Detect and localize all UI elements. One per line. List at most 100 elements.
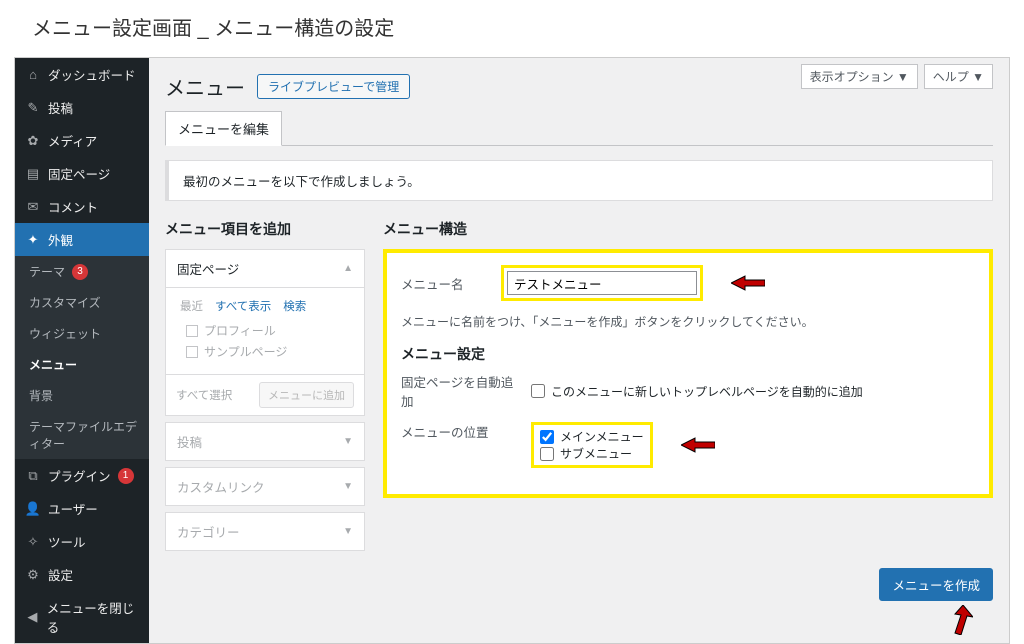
- subtab-all[interactable]: すべて表示: [215, 298, 271, 314]
- location-main-checkbox[interactable]: [540, 430, 554, 444]
- menu-structure-panel: メニュー名 メニューに名前をつけ、「メニューを作成」ボタンをクリックしてください…: [383, 249, 993, 498]
- live-preview-button[interactable]: ライブプレビューで管理: [257, 74, 410, 99]
- add-to-menu-button[interactable]: メニューに追加: [259, 382, 354, 408]
- sidebar-label-users: ユーザー: [48, 499, 98, 518]
- location-sub-text: サブメニュー: [560, 445, 632, 462]
- accordion-pages: 固定ページ▲ 最近 すべて表示 検索 プロフィール サンプルページ すべて選択 …: [165, 249, 365, 416]
- update-badge: 1: [118, 468, 134, 484]
- sidebar-sub-label: テーマファイルエディター: [29, 418, 139, 452]
- page-item-label: サンプルページ: [204, 343, 287, 360]
- accordion-custom-links: カスタムリンク▼: [165, 467, 365, 506]
- sidebar-sub-label: メニュー: [29, 356, 77, 373]
- sidebar-item-settings[interactable]: ⚙ 設定: [15, 558, 149, 591]
- dashboard-icon: ⌂: [25, 67, 41, 83]
- sidebar-label-plugins: プラグイン: [48, 466, 111, 485]
- acc-title: 投稿: [177, 432, 202, 451]
- sidebar-label-tools: ツール: [48, 532, 86, 551]
- sidebar-sub-label: カスタマイズ: [29, 294, 101, 311]
- accordion-head-pages[interactable]: 固定ページ ▲: [166, 250, 364, 287]
- sidebar-item-media[interactable]: ✿ メディア: [15, 124, 149, 157]
- chevron-down-icon: ▼: [343, 436, 353, 447]
- wp-admin-frame: ⌂ダッシュボード ✎投稿 ✿ メディア ▤ 固定ページ ✉ コメント ✦外観 テーマ …: [14, 57, 1010, 644]
- media-icon: ✿: [25, 133, 41, 149]
- sidebar-label-comments: コメント: [48, 197, 98, 216]
- menu-help-text: メニューに名前をつけ、「メニューを作成」ボタンをクリックしてください。: [401, 313, 975, 330]
- sidebar-sub-label: 背景: [29, 387, 53, 404]
- tab-edit-menu[interactable]: メニューを編集: [165, 111, 282, 146]
- location-main-option[interactable]: メインメニュー: [540, 428, 644, 445]
- auto-add-label: 固定ページを自動追加: [401, 372, 521, 410]
- location-main-text: メインメニュー: [560, 428, 644, 445]
- annotation-arrow-icon: [731, 274, 765, 292]
- sidebar-label-media: メディア: [48, 131, 97, 150]
- menu-location-label: メニューの位置: [401, 422, 521, 441]
- menu-name-highlight: [501, 265, 703, 301]
- sidebar-item-collapse[interactable]: ◀メニューを閉じる: [15, 591, 149, 643]
- menu-name-input[interactable]: [507, 271, 697, 295]
- sidebar-item-users[interactable]: 👤 ユーザー: [15, 492, 149, 525]
- subtab-search[interactable]: 検索: [283, 298, 306, 314]
- acc-title: カスタムリンク: [177, 477, 265, 496]
- settings-icon: ⚙: [25, 567, 41, 583]
- help-button[interactable]: ヘルプ ▼: [924, 64, 993, 89]
- sidebar-item-dashboard[interactable]: ⌂ダッシュボード: [15, 58, 149, 91]
- main-content: 表示オプション ▼ ヘルプ ▼ メニュー ライブプレビューで管理 メニューを編集…: [149, 58, 1009, 643]
- screen-options-button[interactable]: 表示オプション ▼: [801, 64, 918, 89]
- chevron-down-icon: ▼: [343, 526, 353, 537]
- sidebar-label-pages: 固定ページ: [48, 164, 110, 183]
- accordion-head-categories[interactable]: カテゴリー ▼: [166, 513, 364, 550]
- checkbox[interactable]: [186, 346, 198, 358]
- sidebar-item-comments[interactable]: ✉ コメント: [15, 190, 149, 223]
- sidebar-sub-themes[interactable]: テーマ 3: [15, 256, 149, 287]
- select-all-link[interactable]: すべて選択: [176, 387, 232, 403]
- location-sub-option[interactable]: サブメニュー: [540, 445, 644, 462]
- menu-location-highlight: メインメニュー サブメニュー: [531, 422, 653, 468]
- sidebar-sub-menus[interactable]: メニュー: [15, 349, 149, 380]
- document-title: メニュー設定画面 _ メニュー構造の設定: [0, 0, 1024, 57]
- tools-icon: ✧: [25, 534, 41, 550]
- auto-add-option[interactable]: このメニューに新しいトップレベルページを自動的に追加: [531, 383, 863, 400]
- sidebar-sub-label: テーマ: [29, 263, 65, 280]
- annotation-arrow-icon: [947, 605, 973, 635]
- sidebar-label-settings: 設定: [48, 565, 73, 584]
- sidebar-sub-theme-editor[interactable]: テーマファイルエディター: [15, 411, 149, 459]
- admin-sidebar: ⌂ダッシュボード ✎投稿 ✿ メディア ▤ 固定ページ ✉ コメント ✦外観 テーマ …: [15, 58, 149, 643]
- plugin-icon: ⧉: [25, 468, 41, 484]
- sidebar-item-pages[interactable]: ▤ 固定ページ: [15, 157, 149, 190]
- chevron-up-icon: ▲: [343, 263, 353, 274]
- menu-settings-heading: メニュー設定: [401, 344, 975, 364]
- sidebar-label-posts: 投稿: [48, 98, 73, 117]
- page-icon: ▤: [25, 166, 41, 182]
- subtab-recent[interactable]: 最近: [180, 298, 203, 314]
- page-item-profile[interactable]: プロフィール: [186, 322, 354, 339]
- accordion-categories: カテゴリー ▼: [165, 512, 365, 551]
- sidebar-sub-customize[interactable]: カスタマイズ: [15, 287, 149, 318]
- sidebar-sub-widgets[interactable]: ウィジェット: [15, 318, 149, 349]
- menu-tabs: メニューを編集: [165, 111, 993, 146]
- auto-add-text: このメニューに新しいトップレベルページを自動的に追加: [551, 383, 863, 400]
- page-title: メニュー: [165, 72, 245, 101]
- create-menu-button[interactable]: メニューを作成: [879, 568, 993, 601]
- sidebar-sub-label: ウィジェット: [29, 325, 101, 342]
- user-icon: 👤: [25, 501, 41, 517]
- accordion-head-custom-links[interactable]: カスタムリンク▼: [166, 468, 364, 505]
- sidebar-item-appearance[interactable]: ✦外観: [15, 223, 149, 256]
- location-sub-checkbox[interactable]: [540, 447, 554, 461]
- sidebar-sub-background[interactable]: 背景: [15, 380, 149, 411]
- accordion-head-posts[interactable]: 投稿 ▼: [166, 423, 364, 460]
- page-item-sample[interactable]: サンプルページ: [186, 343, 354, 360]
- menu-name-label: メニュー名: [401, 274, 491, 293]
- sidebar-label-appearance: 外観: [48, 230, 73, 249]
- sidebar-item-tools[interactable]: ✧ ツール: [15, 525, 149, 558]
- auto-add-checkbox[interactable]: [531, 384, 545, 398]
- add-items-heading: メニュー項目を追加: [165, 219, 365, 239]
- sidebar-item-plugins[interactable]: ⧉ プラグイン 1: [15, 459, 149, 492]
- acc-title: カテゴリー: [177, 522, 240, 541]
- comment-icon: ✉: [25, 199, 41, 215]
- sidebar-item-posts[interactable]: ✎投稿: [15, 91, 149, 124]
- update-badge: 3: [72, 264, 88, 280]
- info-notice: 最初のメニューを以下で作成しましょう。: [165, 160, 993, 201]
- checkbox[interactable]: [186, 325, 198, 337]
- sidebar-label-collapse: メニューを閉じる: [47, 598, 139, 636]
- acc-title: 固定ページ: [177, 259, 239, 278]
